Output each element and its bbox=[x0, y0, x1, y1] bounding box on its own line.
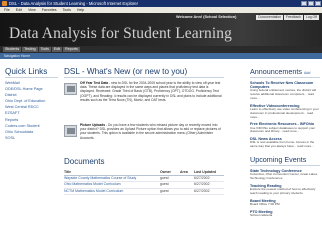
picture-upload-image bbox=[64, 125, 77, 137]
event-item: Teaching Reading Explore the newest meth… bbox=[250, 184, 320, 196]
document-area bbox=[180, 188, 194, 195]
event-desc: School cafeteria bbox=[250, 212, 273, 217]
site-banner: Data Analysis for Student Learning Welco… bbox=[0, 13, 322, 46]
event-desc: Explore the newest method of how to effe… bbox=[250, 186, 316, 195]
whats-new-item: Picture Uploads - Do you have a few stud… bbox=[80, 123, 222, 140]
whats-new-panel: DSL - What's New (or new to you) Off Yea… bbox=[64, 67, 224, 195]
window-title: DSL - Data Analysis for Student Learning… bbox=[9, 1, 139, 6]
whats-new-item: Off Year Test Data - new to DSL for the … bbox=[80, 81, 222, 102]
logoff-link[interactable]: Log Off bbox=[303, 15, 319, 20]
table-row: NCTM Mathematics Model Curriculum guest … bbox=[64, 188, 224, 195]
documentation-link[interactable]: Documentation bbox=[256, 15, 284, 20]
page-content: Quick Links WebMail ODE/DSL Home Page Di… bbox=[0, 59, 322, 244]
window-titlebar: DSL - Data Analysis for Student Learning… bbox=[0, 0, 322, 7]
test-data-image bbox=[64, 83, 77, 95]
nav-edit[interactable]: Edit bbox=[51, 47, 63, 52]
announcements-heading: Announcements Add bbox=[250, 67, 320, 78]
document-title[interactable]: NCTM Mathematics Model Curriculum bbox=[64, 188, 160, 195]
announcement-desc: Learn to effectively use video conferenc… bbox=[250, 107, 319, 119]
nav-testing[interactable]: Testing bbox=[22, 47, 38, 52]
upcoming-events-heading: Upcoming Events bbox=[250, 155, 320, 166]
announcement-item: Schools To Receive New Classroom Compute… bbox=[250, 81, 320, 101]
banner-links: Documentation Feedback Log Off bbox=[256, 15, 319, 20]
close-button[interactable] bbox=[315, 1, 321, 6]
event-desc: Board Office 7:00 PM bbox=[250, 201, 280, 206]
upcoming-events-section: Upcoming Events State Technology Confere… bbox=[250, 155, 320, 218]
documents-table: Title Owner Area Last Updated Wayside Co… bbox=[64, 170, 224, 195]
whats-new-heading: DSL - What's New (or new to you) bbox=[64, 67, 188, 76]
announcement-desc: DSL is now available from home. Access i… bbox=[250, 140, 315, 149]
browser-window: DSL - Data Analysis for Student Learning… bbox=[0, 0, 322, 244]
announcements-title: Announcements bbox=[250, 67, 302, 76]
main-nav: Students Testing Tools Edit Reports bbox=[0, 46, 322, 53]
site-title: Data Analysis for Student Learning bbox=[9, 25, 232, 42]
quick-links-heading: Quick Links bbox=[5, 67, 58, 78]
announcement-item: Free Electronic Resources - INFOhio Use … bbox=[250, 122, 320, 134]
event-desc: Columbus, Ohio Convention Center, Great … bbox=[250, 172, 318, 180]
welcome-message: Welcome Ann! (School Selection) bbox=[176, 15, 237, 19]
browser-icon bbox=[2, 1, 7, 6]
nav-tools[interactable]: Tools bbox=[38, 47, 51, 52]
announcement-desc: Use INFOhio subject databases to support… bbox=[250, 125, 316, 134]
event-item: Board Meeting Board Office 7:00 PM bbox=[250, 199, 320, 207]
feedback-link[interactable]: Feedback bbox=[284, 15, 303, 20]
documents-section: Documents Title Owner Area Last Updated … bbox=[64, 157, 224, 195]
announcements-panel: Announcements Add Schools To Receive New… bbox=[250, 67, 320, 218]
maximize-button[interactable] bbox=[308, 1, 314, 6]
announcement-item: Effective Videoconferencing Learn to eff… bbox=[250, 104, 320, 120]
divider bbox=[64, 77, 224, 78]
announcement-item: DSL News Access DSL is now available fro… bbox=[250, 137, 320, 149]
nav-reports[interactable]: Reports bbox=[63, 47, 80, 52]
event-item: PTO Meeting School cafeteria bbox=[250, 210, 320, 218]
window-controls bbox=[301, 1, 321, 6]
documents-heading: Documents bbox=[64, 157, 105, 166]
document-updated: 6/27/2002 bbox=[194, 188, 224, 195]
quick-links-list: WebMail ODE/DSL Home Page District Ohio … bbox=[5, 80, 58, 141]
event-item: State Technology Conference Columbus, Oh… bbox=[250, 169, 320, 181]
add-announcement-link[interactable]: Add bbox=[304, 71, 310, 75]
minimize-button[interactable] bbox=[301, 1, 307, 6]
document-owner: guest bbox=[160, 188, 180, 195]
quick-links-panel: Quick Links WebMail ODE/DSL Home Page Di… bbox=[5, 67, 58, 141]
quick-link[interactable]: SOSL bbox=[5, 135, 58, 141]
announcement-desc: Using federal entitlement monies, the di… bbox=[250, 88, 317, 100]
nav-students[interactable]: Students bbox=[3, 47, 22, 52]
